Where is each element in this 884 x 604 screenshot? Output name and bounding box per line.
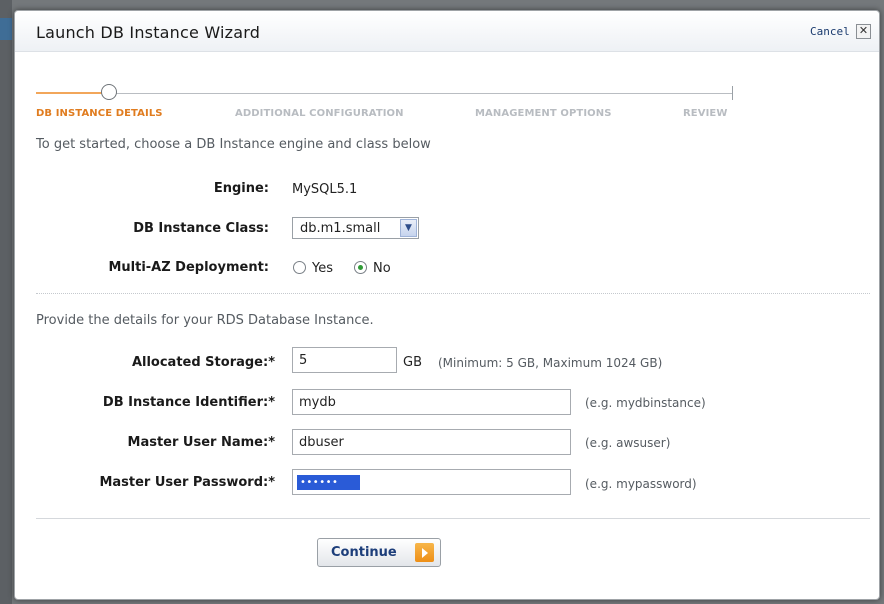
- multi-az-yes-label[interactable]: Yes: [312, 261, 333, 276]
- multi-az-yes-radio[interactable]: [293, 261, 306, 274]
- intro-text: To get started, choose a DB Instance eng…: [36, 137, 431, 152]
- instance-class-label: DB Instance Class:: [133, 221, 269, 236]
- continue-button[interactable]: Continue: [317, 538, 441, 567]
- instance-class-selected-value: db.m1.small: [300, 221, 381, 236]
- engine-label: Engine:: [213, 181, 269, 196]
- allocated-storage-hint: (Minimum: 5 GB, Maximum 1024 GB): [438, 356, 663, 370]
- instance-class-select[interactable]: db.m1.small ▼: [292, 217, 419, 239]
- footer-divider: [36, 518, 870, 519]
- step-review: REVIEW: [683, 108, 728, 119]
- master-user-input[interactable]: dbuser: [292, 429, 571, 455]
- master-user-hint: (e.g. awsuser): [585, 436, 671, 450]
- master-password-input[interactable]: ••••••: [292, 469, 571, 495]
- master-password-masked-value: ••••••: [297, 475, 360, 490]
- progress-line-remaining: [115, 93, 732, 94]
- progress-current-step-icon: [101, 84, 117, 100]
- step-additional-configuration: ADDITIONAL CONFIGURATION: [235, 108, 404, 119]
- dialog-title: Launch DB Instance Wizard: [36, 23, 261, 42]
- engine-value: MySQL5.1: [292, 182, 358, 197]
- dialog-titlebar: Launch DB Instance Wizard Cancel ✕: [15, 11, 879, 52]
- progress-line-complete: [36, 92, 103, 94]
- radio-selected-dot: [358, 265, 363, 270]
- master-user-value: dbuser: [299, 435, 344, 450]
- arrow-right-icon: [415, 543, 434, 562]
- multi-az-label: Multi-AZ Deployment:: [108, 260, 269, 275]
- chevron-down-icon[interactable]: ▼: [400, 219, 417, 237]
- multi-az-no-radio[interactable]: [354, 261, 367, 274]
- allocated-storage-input[interactable]: 5: [292, 347, 397, 373]
- master-password-hint: (e.g. mypassword): [585, 477, 697, 491]
- db-identifier-value: mydb: [299, 395, 336, 410]
- progress-end-marker: [732, 86, 733, 100]
- background-nav-bar: [0, 18, 12, 40]
- continue-label: Continue: [331, 545, 397, 560]
- master-password-label: Master User Password:*: [99, 475, 275, 490]
- master-user-label: Master User Name:*: [127, 435, 275, 450]
- step-db-instance-details: DB INSTANCE DETAILS: [36, 108, 163, 119]
- db-identifier-label: DB Instance Identifier:*: [102, 395, 275, 410]
- cancel-link[interactable]: Cancel: [810, 25, 850, 38]
- close-icon[interactable]: ✕: [856, 24, 871, 39]
- launch-wizard-dialog: Launch DB Instance Wizard Cancel ✕ DB IN…: [14, 10, 880, 600]
- allocated-storage-label: Allocated Storage:*: [131, 355, 275, 370]
- db-identifier-hint: (e.g. mydbinstance): [585, 396, 706, 410]
- background-left-edge: [0, 0, 12, 604]
- allocated-storage-value: 5: [299, 353, 308, 368]
- db-identifier-input[interactable]: mydb: [292, 389, 571, 415]
- allocated-storage-unit: GB: [403, 355, 422, 370]
- multi-az-no-label[interactable]: No: [373, 261, 391, 276]
- step-management-options: MANAGEMENT OPTIONS: [475, 108, 612, 119]
- details-intro-text: Provide the details for your RDS Databas…: [36, 313, 374, 328]
- section-divider: [36, 293, 870, 294]
